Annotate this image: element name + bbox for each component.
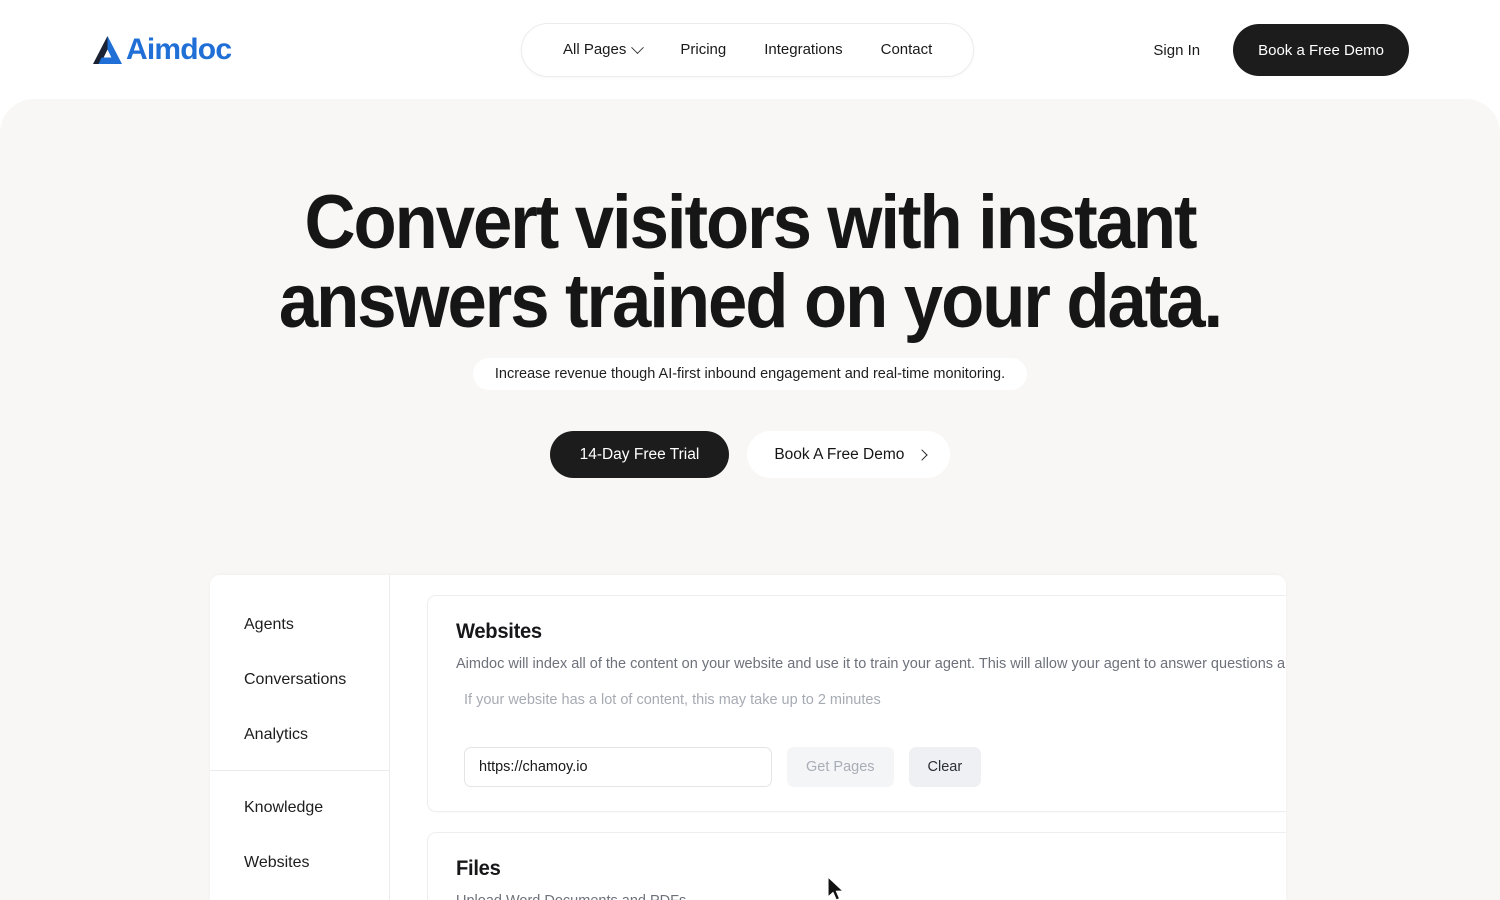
hero-subtitle: Increase revenue though AI-first inbound…: [472, 358, 1028, 390]
nav-item-integrations[interactable]: Integrations: [745, 23, 861, 77]
page-title: Convert visitors with instant answers tr…: [53, 183, 1448, 341]
websites-card-description: Aimdoc will index all of the content on …: [456, 656, 1286, 672]
nav-item-all-pages[interactable]: All Pages: [544, 23, 661, 77]
primary-nav: All Pages Pricing Integrations Contact: [521, 23, 975, 77]
nav-item-pricing[interactable]: Pricing: [661, 23, 745, 77]
hero-cta-group: 14-Day Free Trial Book A Free Demo: [0, 431, 1500, 478]
app-main-content: Websites Aimdoc will index all of the co…: [391, 575, 1286, 900]
website-url-input[interactable]: [464, 747, 772, 787]
nav-item-contact[interactable]: Contact: [862, 23, 952, 77]
websites-card-title: Websites: [456, 620, 542, 643]
sidebar-item-knowledge-label: Knowledge: [244, 798, 324, 816]
sidebar-item-analytics[interactable]: Analytics: [210, 707, 389, 762]
brand-logo[interactable]: Aimdoc: [91, 32, 232, 68]
book-demo-hero-label: Book A Free Demo: [774, 445, 905, 463]
websites-card: Websites Aimdoc will index all of the co…: [427, 595, 1286, 812]
hero-title-line-2: answers trained on your data.: [278, 259, 1223, 344]
app-screenshot-preview: Agents Conversations Analytics Knowledge…: [210, 575, 1286, 900]
files-card: Files Upload Word Documents and PDFs: [427, 832, 1286, 900]
sidebar-item-agents-label: Agents: [244, 615, 294, 633]
sidebar-item-conversations-label: Conversations: [244, 670, 347, 688]
logo-mark-icon: [93, 36, 122, 64]
sidebar-item-analytics-label: Analytics: [244, 725, 309, 743]
nav-item-integrations-label: Integrations: [764, 41, 843, 58]
header-actions: Sign In Book a Free Demo: [1153, 24, 1409, 76]
website-url-row: Get Pages Clear: [456, 747, 1286, 787]
nav-item-pricing-label: Pricing: [680, 41, 727, 58]
sign-in-link[interactable]: Sign In: [1153, 42, 1233, 59]
hero-title-line-1: Convert visitors with instant: [304, 180, 1197, 265]
clear-button[interactable]: Clear: [908, 747, 982, 787]
hero-subtitle-wrap: Increase revenue though AI-first inbound…: [0, 358, 1500, 390]
files-card-title: Files: [456, 857, 501, 880]
sidebar-divider: [210, 770, 389, 771]
sidebar-item-websites-label: Websites: [244, 853, 310, 871]
app-sidebar: Agents Conversations Analytics Knowledge…: [210, 575, 390, 900]
chevron-down-icon: [631, 40, 645, 54]
hero-section: Convert visitors with instant answers tr…: [0, 99, 1500, 900]
chevron-right-icon: [916, 448, 929, 461]
site-header: Aimdoc All Pages Pricing Integrations Co…: [0, 0, 1500, 99]
book-demo-header-button[interactable]: Book a Free Demo: [1233, 24, 1409, 76]
files-card-description: Upload Word Documents and PDFs: [456, 891, 1286, 900]
sidebar-item-websites[interactable]: Websites: [210, 835, 389, 890]
sidebar-item-knowledge[interactable]: Knowledge: [210, 780, 389, 835]
sidebar-item-agents[interactable]: Agents: [210, 597, 389, 652]
free-trial-button[interactable]: 14-Day Free Trial: [549, 431, 730, 478]
nav-item-contact-label: Contact: [880, 41, 933, 58]
book-demo-hero-button[interactable]: Book A Free Demo: [747, 431, 951, 478]
websites-card-note: If your website has a lot of content, th…: [464, 692, 881, 708]
page-root: Aimdoc All Pages Pricing Integrations Co…: [0, 0, 1500, 900]
sidebar-item-conversations[interactable]: Conversations: [210, 652, 389, 707]
get-pages-button[interactable]: Get Pages: [787, 747, 894, 787]
brand-name: Aimdoc: [126, 33, 232, 66]
nav-item-all-pages-label: All Pages: [563, 41, 627, 58]
